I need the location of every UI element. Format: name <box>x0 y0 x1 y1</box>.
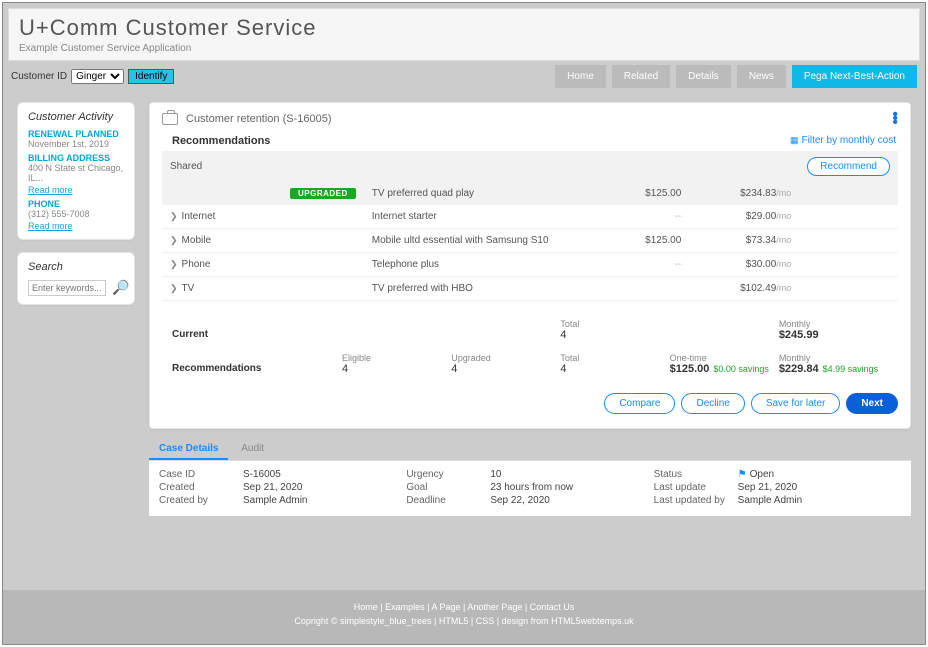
customer-activity-card: Customer Activity RENEWAL PLANNED Novemb… <box>17 102 135 240</box>
footer-links[interactable]: Home | Examples | A Page | Another Page … <box>3 602 925 612</box>
app-title: U+Comm Customer Service <box>19 15 909 41</box>
filter-link[interactable]: Filter by monthly cost <box>790 135 896 146</box>
search-input[interactable] <box>28 280 106 296</box>
nav-home[interactable]: Home <box>555 65 606 88</box>
chevron-right-icon: ❯ <box>170 235 178 246</box>
upgraded-badge: UPGRADED <box>290 188 356 199</box>
activity-title: Customer Activity <box>28 111 124 123</box>
identify-button[interactable]: Identify <box>128 69 174 84</box>
billing-read-more[interactable]: Read more <box>28 185 124 195</box>
search-icon[interactable]: 🔍 <box>112 279 129 296</box>
billing-addr: 400 N State st Chicago, IL... <box>28 163 124 183</box>
briefcase-icon <box>162 113 178 125</box>
col-shared: Shared <box>162 151 282 182</box>
top-onetime: $125.00 <box>579 182 689 205</box>
search-title: Search <box>28 261 124 273</box>
next-button[interactable]: Next <box>846 393 898 414</box>
nav-details[interactable]: Details <box>676 65 731 88</box>
flag-icon: ⚑ <box>738 469 747 480</box>
nav-news[interactable]: News <box>737 65 786 88</box>
table-row[interactable]: ❯Phone Telephone plus -- $30.00/mo <box>162 253 898 277</box>
case-tabs: Case Details Audit <box>149 439 911 461</box>
phone-label: PHONE <box>28 199 124 209</box>
chevron-right-icon: ❯ <box>170 211 178 222</box>
search-card: Search 🔍 <box>17 252 135 305</box>
page-footer: Home | Examples | A Page | Another Page … <box>3 590 925 644</box>
case-header: Customer retention (S-16005) <box>186 113 332 125</box>
save-later-button[interactable]: Save for later <box>751 393 840 414</box>
renewal-label: RENEWAL PLANNED <box>28 129 124 139</box>
recommendations-table: Shared Recommend UPGRADED TV preferred q… <box>162 151 898 301</box>
app-subtitle: Example Customer Service Application <box>19 43 909 54</box>
chevron-right-icon: ❯ <box>170 283 178 294</box>
top-monthly: $234.83 <box>740 188 776 199</box>
customer-id-select[interactable]: Ginger <box>71 69 124 84</box>
table-row[interactable]: ❯Internet Internet starter -- $29.00/mo <box>162 205 898 229</box>
phone-value: (312) 555-7008 <box>28 209 124 219</box>
table-row[interactable]: ❯TV TV preferred with HBO $102.49/mo <box>162 277 898 301</box>
table-row[interactable]: ❯Mobile Mobile ultd essential with Samsu… <box>162 229 898 253</box>
footer-credit: Copright © simplestyle_blue_trees | HTML… <box>3 616 925 626</box>
billing-label: BILLING ADDRESS <box>28 153 124 163</box>
nav-related[interactable]: Related <box>612 65 670 88</box>
renewal-date: November 1st, 2019 <box>28 139 124 149</box>
toolbar: Customer ID Ginger Identify Home Related… <box>3 61 925 92</box>
phone-read-more[interactable]: Read more <box>28 221 124 231</box>
chevron-right-icon: ❯ <box>170 259 178 270</box>
top-plan: TV preferred quad play <box>364 182 580 205</box>
summary-current: Current Total4 Monthly$245.99 <box>162 313 898 347</box>
nav-nba[interactable]: Pega Next-Best-Action <box>792 65 917 88</box>
tab-audit[interactable]: Audit <box>231 439 274 458</box>
customer-id-label: Customer ID <box>11 71 67 82</box>
case-details-panel: Case IDS-16005 CreatedSep 21, 2020 Creat… <box>149 461 911 516</box>
recommend-button[interactable]: Recommend <box>807 157 890 176</box>
tab-case-details[interactable]: Case Details <box>149 439 228 460</box>
compare-button[interactable]: Compare <box>604 393 675 414</box>
summary-recs: Recommendations Eligible4 Upgraded4 Tota… <box>162 347 898 381</box>
case-panel: Customer retention (S-16005) ••• Filter … <box>149 102 911 429</box>
app-titlebar: U+Comm Customer Service Example Customer… <box>8 8 920 61</box>
decline-button[interactable]: Decline <box>681 393 744 414</box>
kebab-menu-icon[interactable]: ••• <box>892 113 898 125</box>
